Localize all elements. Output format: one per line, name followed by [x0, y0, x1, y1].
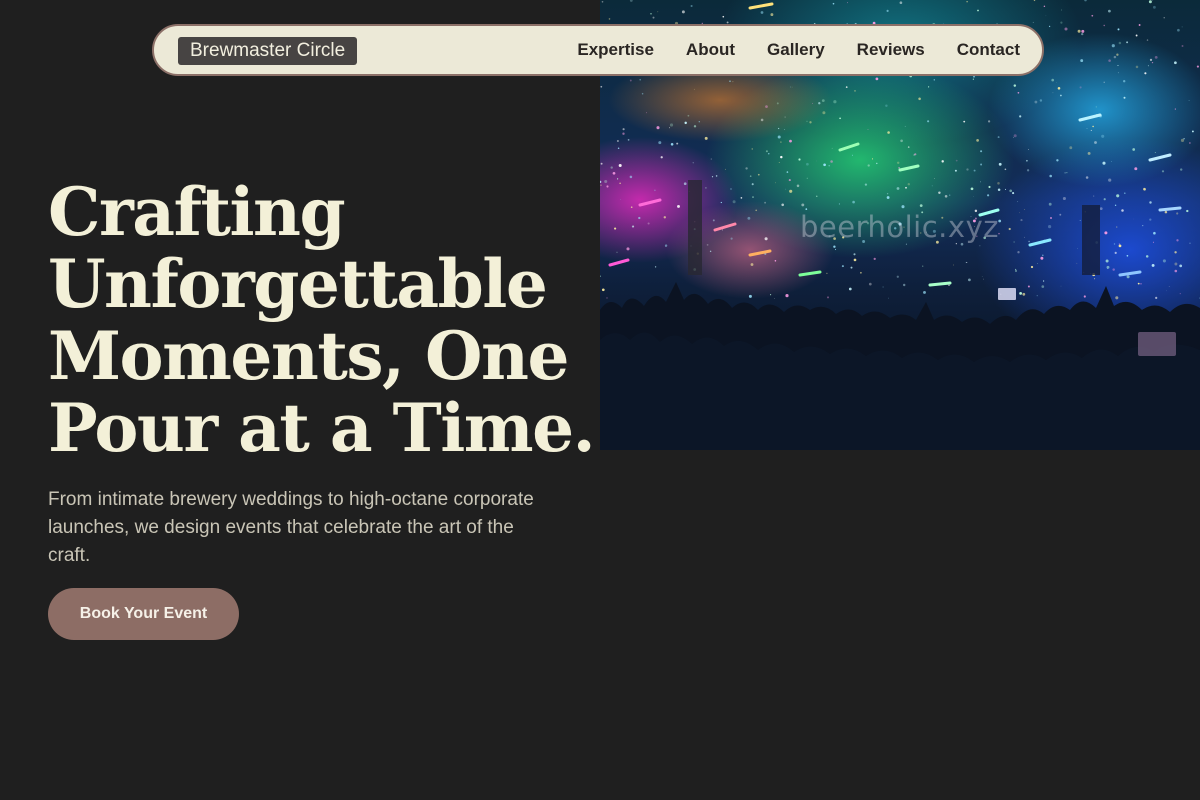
nav-link-gallery[interactable]: Gallery	[767, 40, 825, 60]
crowd-silhouette	[600, 282, 1200, 450]
nav-link-contact[interactable]: Contact	[957, 40, 1020, 60]
nav-link-about[interactable]: About	[686, 40, 735, 60]
nav-links: Expertise About Gallery Reviews Contact	[577, 26, 1020, 74]
book-event-button[interactable]: Book Your Event	[48, 588, 239, 640]
nav-link-expertise[interactable]: Expertise	[577, 40, 654, 60]
image-watermark: beerholic.xyz	[800, 210, 999, 244]
nav-link-reviews[interactable]: Reviews	[857, 40, 925, 60]
brand-logo[interactable]: Brewmaster Circle	[178, 37, 358, 65]
hero-headline: Crafting Unforgettable Moments, One Pour…	[48, 173, 596, 467]
hero-subtext: From intimate brewery weddings to high-o…	[48, 489, 534, 566]
navbar: Brewmaster Circle Expertise About Galler…	[152, 24, 1044, 76]
